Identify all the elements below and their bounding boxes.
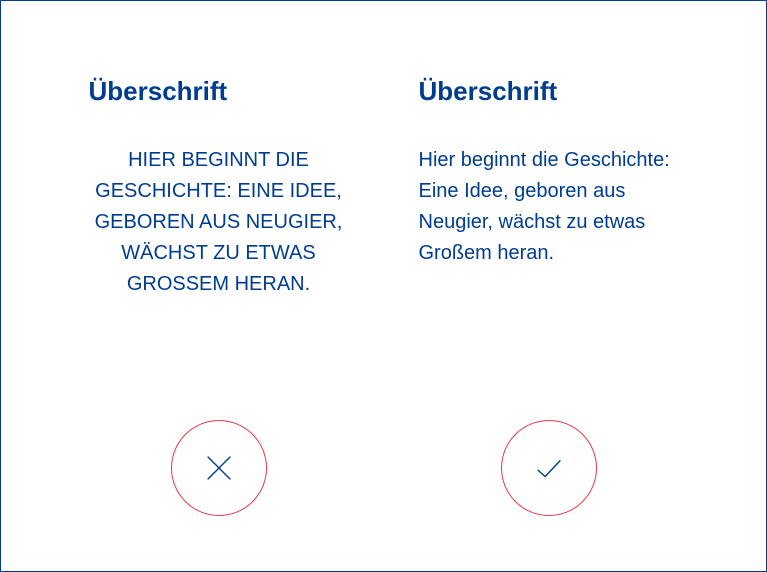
icon-wrapper-right bbox=[419, 420, 679, 531]
body-text-normal: Hier beginnt die Geschichte: Eine Idee, … bbox=[419, 145, 679, 269]
column-wrong: Überschrift HIER BEGINNT DIE GESCHICHTE:… bbox=[89, 76, 349, 531]
comparison-container: Überschrift HIER BEGINNT DIE GESCHICHTE:… bbox=[1, 1, 766, 571]
column-correct: Überschrift Hier beginnt die Geschichte:… bbox=[419, 76, 679, 531]
body-text-uppercase: HIER BEGINNT DIE GESCHICHTE: EINE IDEE, … bbox=[89, 145, 349, 300]
heading-left: Überschrift bbox=[89, 76, 349, 107]
cross-icon bbox=[171, 420, 267, 516]
heading-right: Überschrift bbox=[419, 76, 679, 107]
icon-wrapper-left bbox=[89, 420, 349, 531]
check-icon bbox=[501, 420, 597, 516]
